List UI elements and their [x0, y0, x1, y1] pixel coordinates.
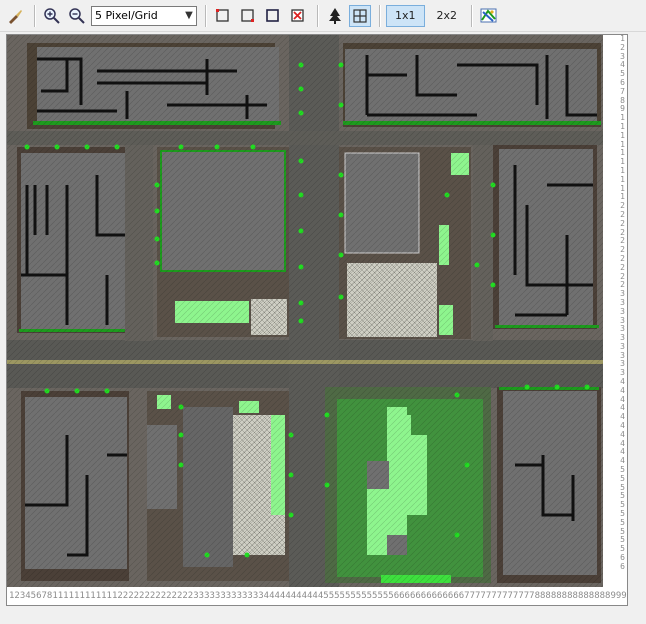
- map-canvas[interactable]: 1 2 3 4 5 6 7 8 9 1 1 1 1 1 1 1 1 1 1 2 …: [6, 34, 628, 606]
- scale-1x1-button[interactable]: 1x1: [386, 4, 425, 27]
- ruler-horizontal: 1234567811111111111122222222222222333333…: [7, 587, 627, 605]
- toolbar-separator: [379, 4, 381, 27]
- ruler-vertical: 1 2 3 4 5 6 7 8 9 1 1 1 1 1 1 1 1 1 1 2 …: [603, 35, 627, 605]
- ruler-horizontal-labels: 1234567811111111111122222222222222333333…: [9, 591, 627, 601]
- grid-scale-value: 5 Pixel/Grid: [95, 9, 158, 22]
- map-layer-icon[interactable]: [478, 5, 500, 27]
- grid-toggle-icon[interactable]: [349, 4, 371, 27]
- ruler-vertical-labels: 1 2 3 4 5 6 7 8 9 1 1 1 1 1 1 1 1 1 1 2 …: [620, 35, 625, 571]
- chevron-down-icon: ▼: [185, 10, 193, 21]
- grid-scale-select[interactable]: 5 Pixel/Grid ▼: [91, 5, 197, 26]
- tree-icon[interactable]: [324, 5, 346, 27]
- zoom-in-icon[interactable]: [41, 5, 63, 27]
- toolbar-separator: [317, 4, 319, 27]
- toolbar: 5 Pixel/Grid ▼ 1x1 2x2: [0, 0, 646, 32]
- delete-rect-icon[interactable]: [287, 5, 309, 27]
- grid-overlay: [7, 35, 603, 587]
- select-rect-icon[interactable]: [237, 5, 259, 27]
- zoom-out-icon[interactable]: [66, 5, 88, 27]
- select-rect-blue-icon[interactable]: [262, 5, 284, 27]
- site-map[interactable]: [7, 35, 603, 587]
- scale-2x2-button[interactable]: 2x2: [428, 5, 467, 27]
- toolbar-separator: [205, 4, 207, 27]
- paint-brush-icon[interactable]: [4, 5, 26, 27]
- toolbar-separator: [34, 4, 36, 27]
- select-rect-red-icon[interactable]: [212, 5, 234, 27]
- toolbar-separator: [471, 4, 474, 27]
